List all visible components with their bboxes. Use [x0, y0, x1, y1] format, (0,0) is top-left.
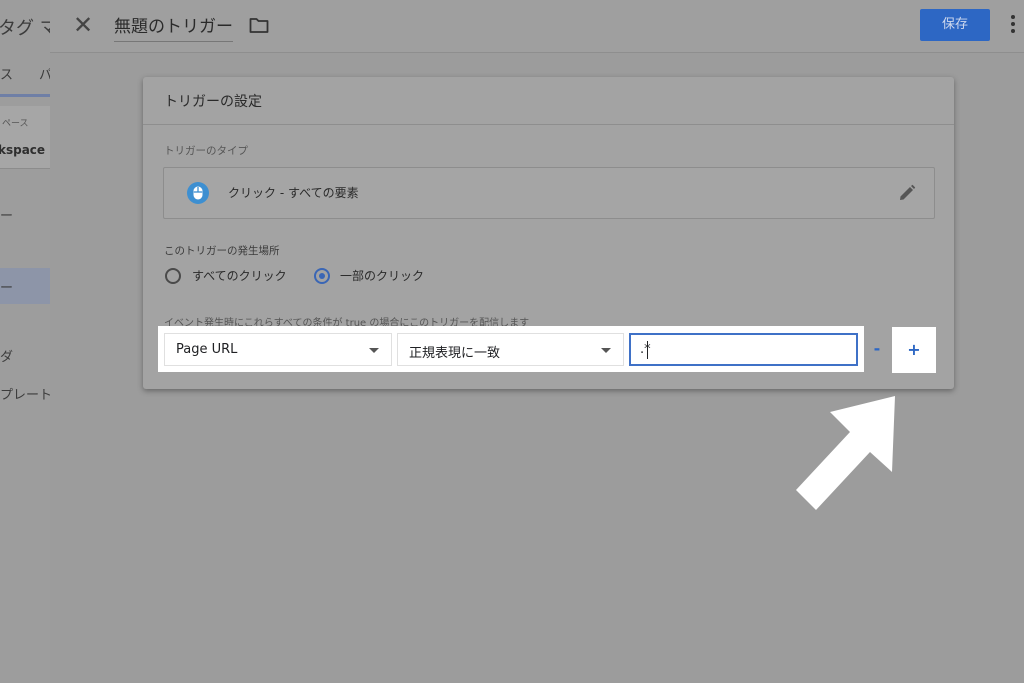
- text-cursor: [647, 341, 648, 359]
- bg-workspace-label: ペース: [2, 119, 29, 129]
- condition-value: .*: [640, 342, 651, 357]
- save-button[interactable]: 保存: [920, 9, 990, 41]
- close-icon[interactable]: ✕: [72, 12, 94, 38]
- trigger-name[interactable]: 無題のトリガー: [114, 12, 233, 42]
- radio-some-clicks-label[interactable]: 一部のクリック: [340, 267, 424, 284]
- chevron-down-icon: [601, 348, 611, 353]
- condition-value-input[interactable]: .*: [629, 333, 858, 366]
- bg-nav-item: ダ: [0, 350, 14, 365]
- operator-select[interactable]: 正規表現に一致: [397, 333, 624, 366]
- mouse-icon: [187, 182, 209, 204]
- bg-tab-indicator: [0, 94, 50, 97]
- background-app-sidebar: タグ マ ス パ ペース kspace ー ー ダ プレート: [0, 0, 50, 683]
- chevron-down-icon: [369, 348, 379, 353]
- divider: [143, 124, 954, 125]
- bg-nav-item: ー: [0, 209, 14, 224]
- card-title: トリガーの設定: [164, 94, 262, 110]
- variable-select[interactable]: Page URL: [164, 333, 392, 366]
- trigger-fires-on-label: このトリガーの発生場所: [164, 245, 280, 257]
- bg-workspace-name: kspace: [0, 143, 46, 157]
- bg-nav-item-selected: ー: [0, 281, 14, 296]
- remove-condition-button[interactable]: -: [868, 337, 886, 361]
- pencil-icon[interactable]: [898, 184, 916, 202]
- bg-nav-item: プレート: [0, 388, 50, 403]
- trigger-type-name: クリック - すべての要素: [228, 186, 359, 200]
- annotation-arrow-icon: [796, 396, 895, 510]
- radio-all-clicks[interactable]: [165, 268, 181, 284]
- bg-tabs: ス パ: [0, 68, 50, 83]
- trigger-type-label: トリガーのタイプ: [164, 145, 248, 157]
- more-vert-icon[interactable]: [1008, 15, 1018, 37]
- add-condition-button[interactable]: +: [902, 337, 926, 363]
- bg-app-title: タグ マ: [0, 18, 50, 39]
- radio-some-clicks[interactable]: [314, 268, 330, 284]
- radio-all-clicks-label[interactable]: すべてのクリック: [192, 267, 287, 284]
- folder-icon[interactable]: [249, 16, 269, 34]
- operator-value: 正規表現に一致: [409, 346, 501, 361]
- trigger-type-selector[interactable]: クリック - すべての要素: [163, 167, 935, 219]
- variable-value: Page URL: [176, 342, 238, 357]
